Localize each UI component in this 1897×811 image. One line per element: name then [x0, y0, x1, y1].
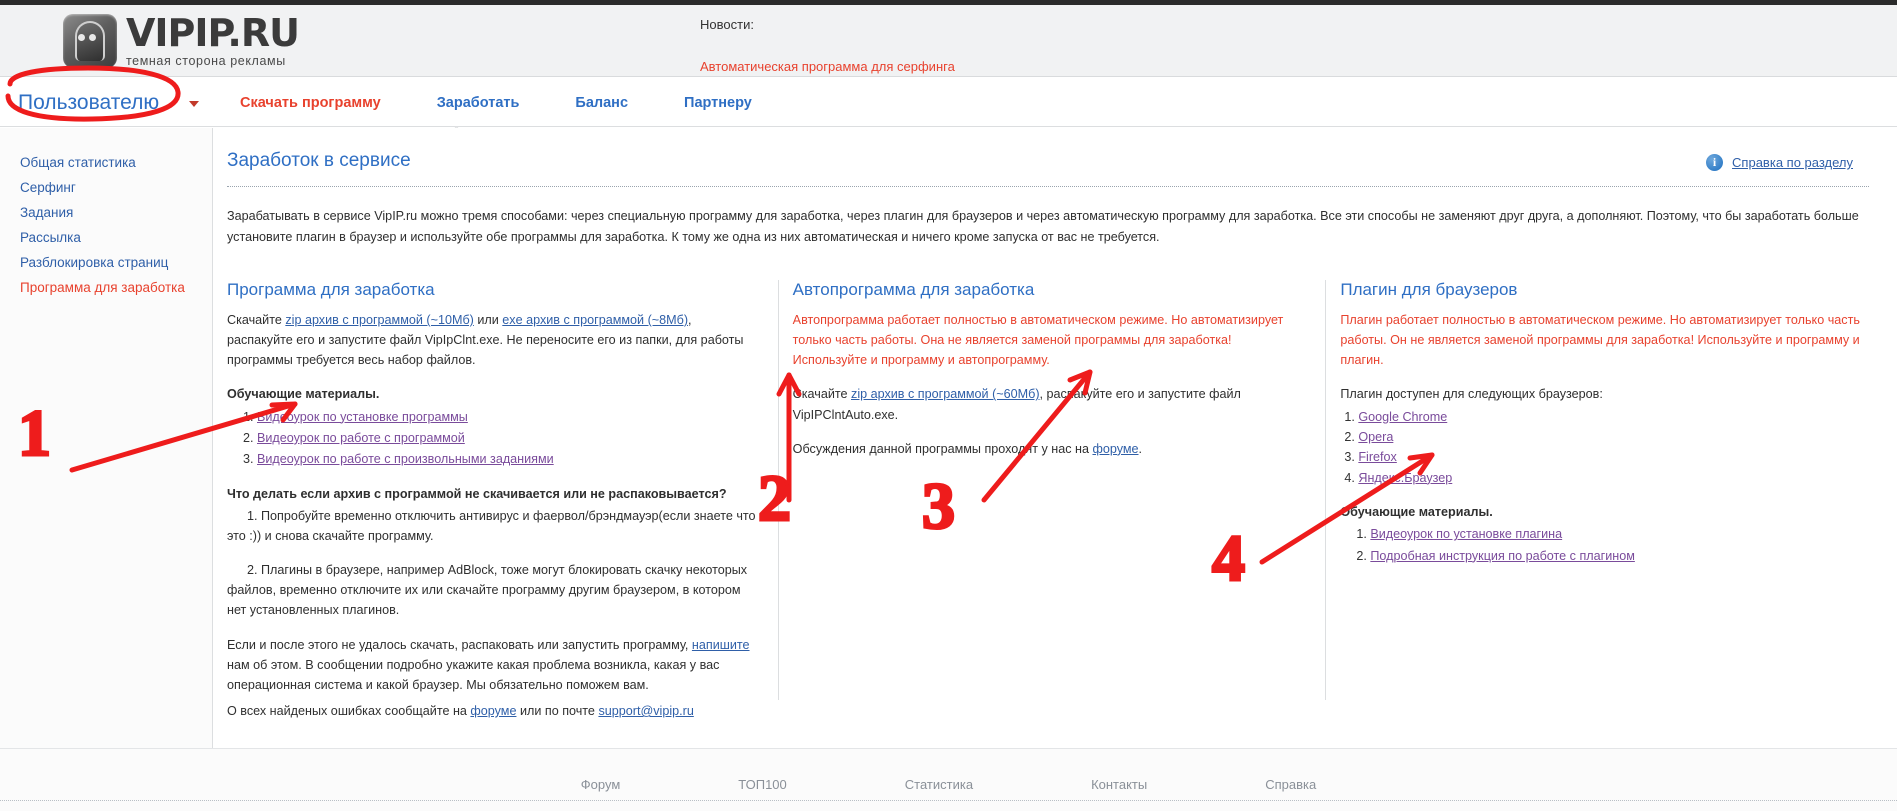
- col2-download-paragraph: Скачайте zip архив с программой (~60Мб),…: [793, 384, 1308, 424]
- link-video-install-program[interactable]: Видеоурок по установке программы: [257, 410, 468, 424]
- col3-warning: Плагин работает полностью в автоматическ…: [1340, 313, 1860, 368]
- nav-link-earn[interactable]: Заработать: [437, 95, 520, 111]
- help-link[interactable]: Справка по разделу: [1732, 155, 1853, 170]
- col1-materials-title: Обучающие материалы.: [227, 387, 380, 402]
- link-forum-auto[interactable]: форуме: [1092, 442, 1138, 456]
- link-support-email[interactable]: support@vipip.ru: [598, 704, 693, 718]
- col1-faq3-post: нам об этом. В сообщении подробно укажит…: [227, 657, 720, 692]
- col3-materials-title: Обучающие материалы.: [1340, 505, 1493, 520]
- intro-paragraph: Зарабатывать в сервисе VipIP.ru можно тр…: [227, 209, 1859, 244]
- col1-materials-list: Видеоурок по установке программы Видеоур…: [227, 407, 760, 470]
- vipip-mask-icon: [63, 14, 117, 68]
- column-auto-program: Автопрограмма для заработка Автопрограмм…: [779, 280, 1327, 700]
- footer-link-help[interactable]: Справка: [1265, 777, 1316, 792]
- col1-faq-1: 1. Попробуйте временно отключить антивир…: [227, 508, 756, 544]
- list-item: Видеоурок по работе с произвольными зада…: [257, 449, 760, 469]
- list-item: Opera: [1358, 427, 1879, 447]
- footer-link-statistics[interactable]: Статистика: [905, 777, 973, 792]
- col1-faq-2: 2. Плагины в браузере, например AdBlock,…: [227, 563, 748, 618]
- logo-subtitle: темная сторона рекламы: [126, 54, 286, 69]
- col3-browsers-list: Google Chrome Opera Firefox Яндекс.Брауз…: [1340, 407, 1879, 489]
- link-video-custom-tasks[interactable]: Видеоурок по работе с произвольными зада…: [257, 452, 554, 466]
- link-zip-archive-60mb[interactable]: zip архив с программой (~60Мб): [851, 387, 1040, 401]
- sidebar-item-tasks[interactable]: Задания: [0, 200, 210, 225]
- nav-link-partner[interactable]: Партнеру: [684, 95, 752, 111]
- col2-forum-paragraph: Обсуждения данной программы проходят у н…: [793, 439, 1308, 459]
- link-zip-archive-10mb[interactable]: zip архив с программой (~10Мб): [285, 313, 474, 327]
- sidebar-item-general-stats[interactable]: Общая статистика: [0, 150, 210, 175]
- bug-note-mid: или по почте: [516, 704, 599, 718]
- column-earning-program: Программа для заработка Скачайте zip арх…: [213, 280, 779, 700]
- link-exe-archive-8mb[interactable]: exe архив с программой (~8Мб): [502, 313, 688, 327]
- bug-note-pre: О всех найденых ошибках сообщайте на: [227, 704, 471, 718]
- footer-link-contacts[interactable]: Контакты: [1091, 777, 1147, 792]
- divider-top: [227, 186, 1869, 187]
- footer-divider: [0, 800, 1897, 801]
- news-label: Новости:: [700, 17, 754, 32]
- list-item: Видеоурок по установке программы: [257, 407, 760, 427]
- link-plugin-manual[interactable]: Подробная инструкция по работе с плагино…: [1370, 549, 1635, 563]
- list-item: Firefox: [1358, 447, 1879, 467]
- link-browser-opera[interactable]: Opera: [1358, 430, 1393, 444]
- help-section[interactable]: i Справка по разделу: [1706, 154, 1853, 171]
- sidebar-item-unblock-pages[interactable]: Разблокировка страниц: [0, 250, 210, 275]
- col3-title: Плагин для браузеров: [1340, 280, 1518, 299]
- col1-p1-pre: Скачайте: [227, 313, 286, 327]
- main-content: Заработок в сервисе i Справка по разделу…: [212, 128, 1897, 748]
- col1-faq3-pre: Если и после этого не удалось скачать, р…: [227, 637, 692, 652]
- site-logo[interactable]: VIPIP.RU темная сторона рекламы: [63, 11, 300, 69]
- list-item: Видеоурок по работе с программой: [257, 428, 760, 448]
- nav-link-download-program[interactable]: Скачать программу: [240, 95, 381, 111]
- sidebar-item-surfing[interactable]: Серфинг: [0, 175, 210, 200]
- news-block: Новости: Автоматическая программа для се…: [700, 17, 1400, 74]
- list-item: Google Chrome: [1358, 407, 1879, 427]
- col1-p1-mid: или: [473, 313, 503, 327]
- sidebar: Общая статистика Серфинг Задания Рассылк…: [0, 150, 210, 300]
- col1-faq-title: Что делать если архив с программой не ск…: [227, 486, 727, 501]
- page-body: Общая статистика Серфинг Задания Рассылк…: [0, 128, 1897, 748]
- sidebar-item-mailing[interactable]: Рассылка: [0, 225, 210, 250]
- col1-faq-3: Если и после этого не удалось скачать, р…: [227, 635, 760, 695]
- link-browser-firefox[interactable]: Firefox: [1358, 450, 1397, 464]
- col2-title: Автопрограмма для заработка: [792, 280, 1035, 299]
- main-navigation: Пользователю Скачать программу Заработат…: [0, 78, 1897, 127]
- footer-link-forum[interactable]: Форум: [581, 777, 621, 792]
- column-browser-plugin: Плагин для браузеров Плагин работает пол…: [1326, 280, 1897, 700]
- news-item-link[interactable]: Автоматическая программа для серфинга: [700, 59, 1400, 74]
- link-browser-google-chrome[interactable]: Google Chrome: [1358, 410, 1447, 424]
- col3-materials-list: Видеоурок по установке плагина Подробная…: [1340, 524, 1879, 566]
- nav-link-balance[interactable]: Баланс: [575, 95, 628, 111]
- site-footer: Форум ТОП100 Статистика Контакты Справка: [0, 748, 1897, 811]
- link-video-work-program[interactable]: Видеоурок по работе с программой: [257, 431, 465, 445]
- col2-p2-post: .: [1138, 441, 1143, 456]
- col2-p2-pre: Обсуждения данной программы проходят у н…: [792, 441, 1093, 456]
- chevron-down-icon[interactable]: [189, 101, 200, 107]
- link-browser-yandex[interactable]: Яндекс.Браузер: [1358, 471, 1452, 485]
- bug-report-note: О всех найденых ошибках сообщайте на фор…: [227, 704, 694, 718]
- list-item: Подробная инструкция по работе с плагино…: [1370, 546, 1879, 566]
- col1-download-paragraph: Скачайте zip архив с программой (~10Мб) …: [227, 310, 760, 370]
- page-title: Заработок в сервисе: [227, 150, 411, 171]
- info-icon: i: [1706, 154, 1724, 171]
- nav-user-menu[interactable]: Пользователю: [12, 91, 167, 115]
- list-item: Видеоурок по установке плагина: [1370, 524, 1879, 544]
- sidebar-item-earning-program[interactable]: Программа для заработка: [0, 275, 210, 300]
- site-header: VIPIP.RU темная сторона рекламы Новости:…: [0, 5, 1897, 77]
- link-write-to-us[interactable]: напишите: [692, 638, 750, 652]
- columns-container: Программа для заработка Скачайте zip арх…: [213, 280, 1897, 700]
- footer-link-top100[interactable]: ТОП100: [738, 777, 787, 792]
- link-forum-bugs[interactable]: форуме: [470, 704, 516, 718]
- col1-title: Программа для заработка: [227, 280, 435, 299]
- link-video-install-plugin[interactable]: Видеоурок по установке плагина: [1370, 527, 1562, 541]
- col2-warning: Автопрограмма работает полностью в автом…: [792, 313, 1284, 368]
- list-item: Яндекс.Браузер: [1358, 468, 1879, 488]
- col2-p1-pre: Скачайте: [792, 387, 852, 402]
- col3-browsers-label: Плагин доступен для следующих браузеров:: [1340, 387, 1603, 402]
- logo-title: VIPIP.RU: [126, 11, 300, 56]
